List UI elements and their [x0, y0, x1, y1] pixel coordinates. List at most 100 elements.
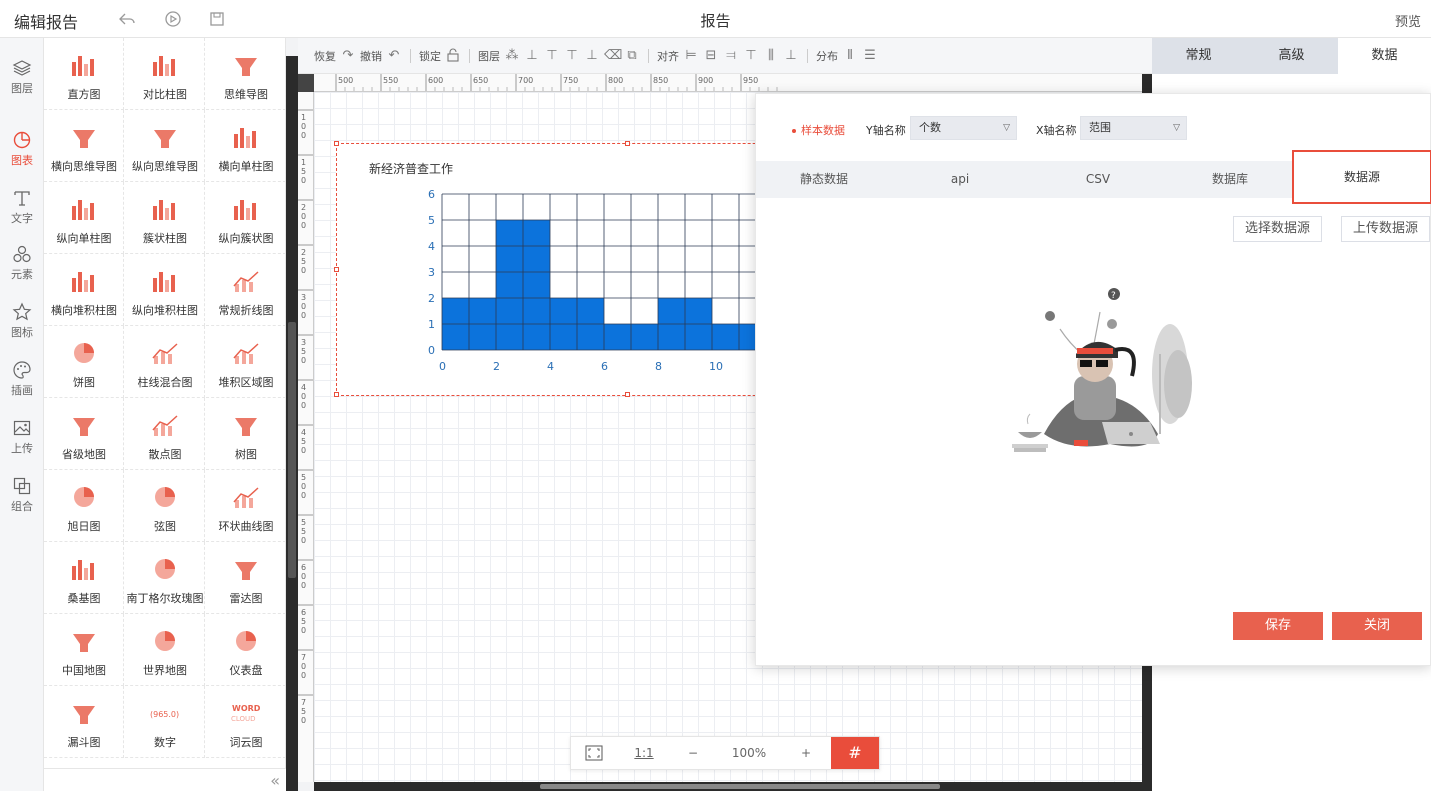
preview-button[interactable]: 预览: [1395, 11, 1421, 30]
palette-item[interactable]: 纵向单柱图: [44, 182, 124, 254]
ruler-tick-label: 6: [301, 608, 306, 617]
palette-item[interactable]: 纵向思维导图: [125, 110, 205, 182]
send-backward-icon[interactable]: ⊤: [564, 48, 580, 64]
vertical-stack-icon: [153, 272, 175, 292]
align-top-icon[interactable]: ⊤: [743, 48, 759, 64]
undo-icon[interactable]: ↶: [386, 48, 402, 64]
tab-static-data[interactable]: 静态数据: [756, 161, 892, 198]
palette-item[interactable]: 常规折线图: [206, 254, 286, 326]
tab-database[interactable]: 数据库: [1168, 161, 1292, 198]
palette-item[interactable]: 纵向簇状图: [206, 182, 286, 254]
palette-item[interactable]: 饼图: [44, 326, 124, 398]
rail-item-elements[interactable]: 元素: [0, 234, 44, 286]
align-center-h-icon[interactable]: ⊟: [703, 48, 719, 64]
align-right-icon[interactable]: ⫤: [723, 48, 739, 64]
chart-palette: 直方图 对比柱图 思维导图横向思维导图 纵向思维导图 横向单柱图纵向单柱图 簇状柱图 纵向簇…: [44, 38, 286, 791]
rail-item-upload[interactable]: 上传: [0, 408, 44, 460]
undo-label[interactable]: 撤销: [360, 48, 382, 64]
grid-icon[interactable]: #: [831, 737, 879, 769]
palette-item[interactable]: 桑基图: [44, 542, 124, 614]
palette-item[interactable]: 仪表盘: [206, 614, 286, 686]
canvas-horizontal-scrollbar-thumb[interactable]: [540, 784, 940, 789]
palette-item[interactable]: 横向单柱图: [206, 110, 286, 182]
rail-item-illustrations[interactable]: 插画: [0, 350, 44, 402]
y-axis-name-select[interactable]: 个数 ▽: [910, 116, 1017, 140]
palette-item[interactable]: 横向堆积柱图: [44, 254, 124, 326]
distribute-label[interactable]: 分布: [816, 48, 838, 64]
layer-tree-icon[interactable]: ⁂: [504, 48, 520, 64]
zoom-in-button[interactable]: +: [783, 737, 829, 769]
palette-item[interactable]: 雷达图: [206, 542, 286, 614]
select-data-source-button[interactable]: 选择数据源: [1233, 216, 1322, 242]
rail-item-group[interactable]: 组合: [0, 466, 44, 518]
bring-forward-icon[interactable]: ⊤: [544, 48, 560, 64]
align-bottom-icon[interactable]: ⊥: [783, 48, 799, 64]
tab-data[interactable]: 数据: [1338, 38, 1431, 74]
palette-item[interactable]: 世界地图: [125, 614, 205, 686]
palette-item[interactable]: (965.0) 数字: [125, 686, 205, 758]
palette-item[interactable]: 省级地图: [44, 398, 124, 470]
rail-item-charts[interactable]: 图表: [0, 120, 44, 172]
tab-advanced[interactable]: 高级: [1245, 38, 1338, 74]
palette-scrollbar-thumb[interactable]: [288, 322, 296, 578]
zoom-out-button[interactable]: −: [671, 737, 715, 769]
lock-label[interactable]: 锁定: [419, 48, 441, 64]
x-axis-name-select[interactable]: 范围 ▽: [1080, 116, 1187, 140]
palette-item[interactable]: 横向思维导图: [44, 110, 124, 182]
save-button[interactable]: 保存: [1233, 612, 1323, 640]
tab-data-source[interactable]: 数据源: [1292, 150, 1431, 204]
palette-item[interactable]: 南丁格尔玫瑰图: [125, 542, 205, 614]
delete-icon[interactable]: ⌫: [604, 48, 622, 64]
tab-general[interactable]: 常规: [1152, 38, 1245, 74]
rail-item-layers[interactable]: 图层: [0, 48, 44, 100]
palette-item[interactable]: 思维导图: [206, 38, 286, 110]
ruler-tick-label: 550: [383, 76, 398, 85]
align-left-icon[interactable]: ⊨: [683, 48, 699, 64]
palette-item[interactable]: 纵向堆积柱图: [125, 254, 205, 326]
bring-top-icon[interactable]: ⊥: [524, 48, 540, 64]
vertical-cluster-icon: [234, 200, 256, 220]
send-bottom-icon[interactable]: ⊥: [584, 48, 600, 64]
palette-item[interactable]: 中国地图: [44, 614, 124, 686]
palette-item[interactable]: 旭日图: [44, 470, 124, 542]
play-icon[interactable]: [164, 10, 182, 28]
tab-csv[interactable]: CSV: [1028, 161, 1168, 198]
palette-item[interactable]: 直方图: [44, 38, 124, 110]
lock-icon[interactable]: [445, 48, 461, 64]
palette-item-label: 南丁格尔玫瑰图: [126, 592, 204, 605]
align-middle-icon[interactable]: ⫼: [763, 48, 779, 64]
palette-item[interactable]: 柱线混合图: [125, 326, 205, 398]
palette-item[interactable]: WORD CLOUD 词云图: [206, 686, 286, 758]
align-label[interactable]: 对齐: [657, 48, 679, 64]
redo-icon[interactable]: ↷: [340, 48, 356, 64]
palette-item[interactable]: 簇状柱图: [125, 182, 205, 254]
distribute-h-icon[interactable]: ⫴: [842, 48, 858, 64]
layer-label[interactable]: 图层: [478, 48, 500, 64]
rail-item-text[interactable]: 文字: [0, 178, 44, 230]
rail-item-icons[interactable]: 图标: [0, 292, 44, 344]
palette-item[interactable]: 弦图: [125, 470, 205, 542]
x-axis-name-label: X轴名称: [1036, 124, 1077, 137]
palette-item[interactable]: 堆积区域图: [206, 326, 286, 398]
collapse-icon[interactable]: «: [270, 771, 280, 790]
copy-icon[interactable]: ⧉: [624, 48, 640, 64]
palette-item[interactable]: 环状曲线图: [206, 470, 286, 542]
palette-item[interactable]: 树图: [206, 398, 286, 470]
distribute-v-icon[interactable]: ☰: [862, 48, 878, 64]
redo-label[interactable]: 恢复: [314, 48, 336, 64]
close-button[interactable]: 关闭: [1332, 612, 1422, 640]
horizontal-bar-icon: [234, 128, 256, 148]
save-icon[interactable]: [208, 10, 226, 28]
upload-data-source-button[interactable]: 上传数据源: [1341, 216, 1430, 242]
tab-api[interactable]: api: [892, 161, 1028, 198]
palette-item[interactable]: 散点图: [125, 398, 205, 470]
actual-size-button[interactable]: 1:1: [621, 737, 667, 769]
gauge-icon: [236, 631, 256, 651]
ruler-tick-label: 0: [301, 311, 306, 320]
palette-item-label: 直方图: [67, 88, 101, 101]
fit-screen-icon[interactable]: [571, 737, 617, 769]
palette-item[interactable]: 漏斗图: [44, 686, 124, 758]
back-icon[interactable]: [118, 10, 136, 28]
palette-item[interactable]: 对比柱图: [125, 38, 205, 110]
sample-data-label[interactable]: 样本数据: [792, 122, 845, 138]
